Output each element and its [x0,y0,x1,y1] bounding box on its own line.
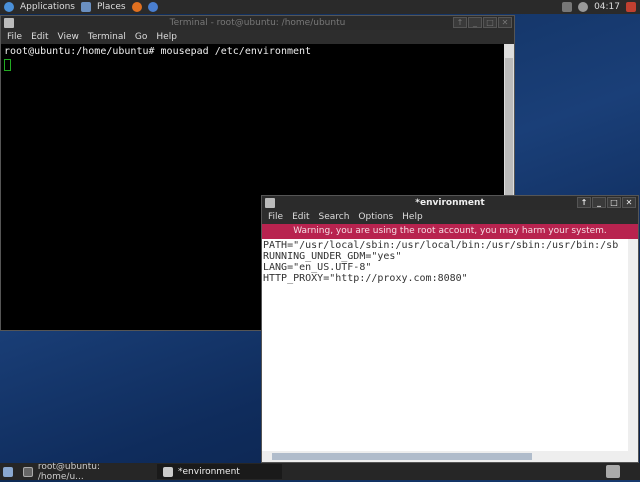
editor-vertical-scrollbar[interactable] [628,239,638,451]
mousepad-icon [265,198,275,208]
minimize-button[interactable]: _ [592,197,606,208]
mousepad-icon [163,466,173,477]
firefox-icon[interactable] [131,2,142,12]
taskbar-item-label: *environment [178,466,240,477]
menu-file[interactable]: File [7,30,22,44]
network-icon[interactable] [562,2,573,12]
show-desktop-icon[interactable] [3,466,13,477]
menu-view[interactable]: View [58,30,79,44]
help-icon[interactable] [147,2,158,12]
applications-menu[interactable]: Applications [20,2,75,12]
taskbar-item-environment[interactable]: *environment [157,464,282,479]
terminal-icon [4,18,14,28]
distro-logo-icon [4,2,14,12]
editor-horizontal-scrollbar[interactable] [262,451,638,462]
editor-title: *environment [415,198,485,208]
root-warning-bar: Warning, you are using the root account,… [262,224,638,239]
menu-help[interactable]: Help [156,30,177,44]
editor-titlebar[interactable]: *environment ↑ _ □ ✕ [262,196,638,210]
text-line: HTTP_PROXY="http://proxy.com:8080" [263,273,468,284]
terminal-cursor [4,59,11,71]
menu-help[interactable]: Help [402,210,423,224]
taskbar-item-label: root@ubuntu: /home/u... [37,461,101,482]
menu-terminal[interactable]: Terminal [88,30,126,44]
clock[interactable]: 04:17 [594,2,620,12]
maximize-button[interactable]: □ [607,197,621,208]
minimize-button[interactable]: _ [468,17,482,28]
menu-search[interactable]: Search [319,210,350,224]
menu-edit[interactable]: Edit [292,210,309,224]
editor-menubar: File Edit Search Options Help [262,210,638,224]
text-line: PATH="/usr/local/sbin:/usr/local/bin:/us… [263,240,619,251]
close-button[interactable]: ✕ [622,197,636,208]
terminal-icon [23,466,33,477]
editor-text-area[interactable]: PATH="/usr/local/sbin:/usr/local/bin:/us… [262,239,628,451]
terminal-line: root@ubuntu:/home/ubuntu# mousepad /etc/… [4,46,312,57]
places-folder-icon [80,2,91,12]
scrollbar-thumb[interactable] [272,453,532,460]
terminal-menubar: File Edit View Terminal Go Help [1,30,514,44]
taskbar-item-terminal[interactable]: root@ubuntu: /home/u... [17,461,153,482]
volume-icon[interactable] [578,2,589,12]
text-line: RUNNING_UNDER_GDM="yes" [263,251,402,262]
text-line: LANG="en_US.UTF-8" [263,262,372,273]
menu-edit[interactable]: Edit [31,30,48,44]
taskbar: root@ubuntu: /home/u... *environment [0,461,640,482]
sticky-button[interactable]: ↑ [453,17,467,28]
places-menu[interactable]: Places [97,2,126,12]
terminal-titlebar[interactable]: Terminal - root@ubuntu: /home/ubuntu ↑ _… [1,16,514,30]
user-icon[interactable] [626,2,636,12]
menu-go[interactable]: Go [135,30,147,44]
sticky-button[interactable]: ↑ [577,197,591,208]
top-panel: Applications Places 04:17 [0,0,640,14]
close-button[interactable]: ✕ [498,17,512,28]
menu-file[interactable]: File [268,210,283,224]
editor-window: *environment ↑ _ □ ✕ File Edit Search Op… [261,195,639,463]
maximize-button[interactable]: □ [483,17,497,28]
terminal-title: Terminal - root@ubuntu: /home/ubuntu [169,18,346,28]
menu-options[interactable]: Options [358,210,393,224]
workspace-switcher-icon[interactable] [606,465,620,478]
